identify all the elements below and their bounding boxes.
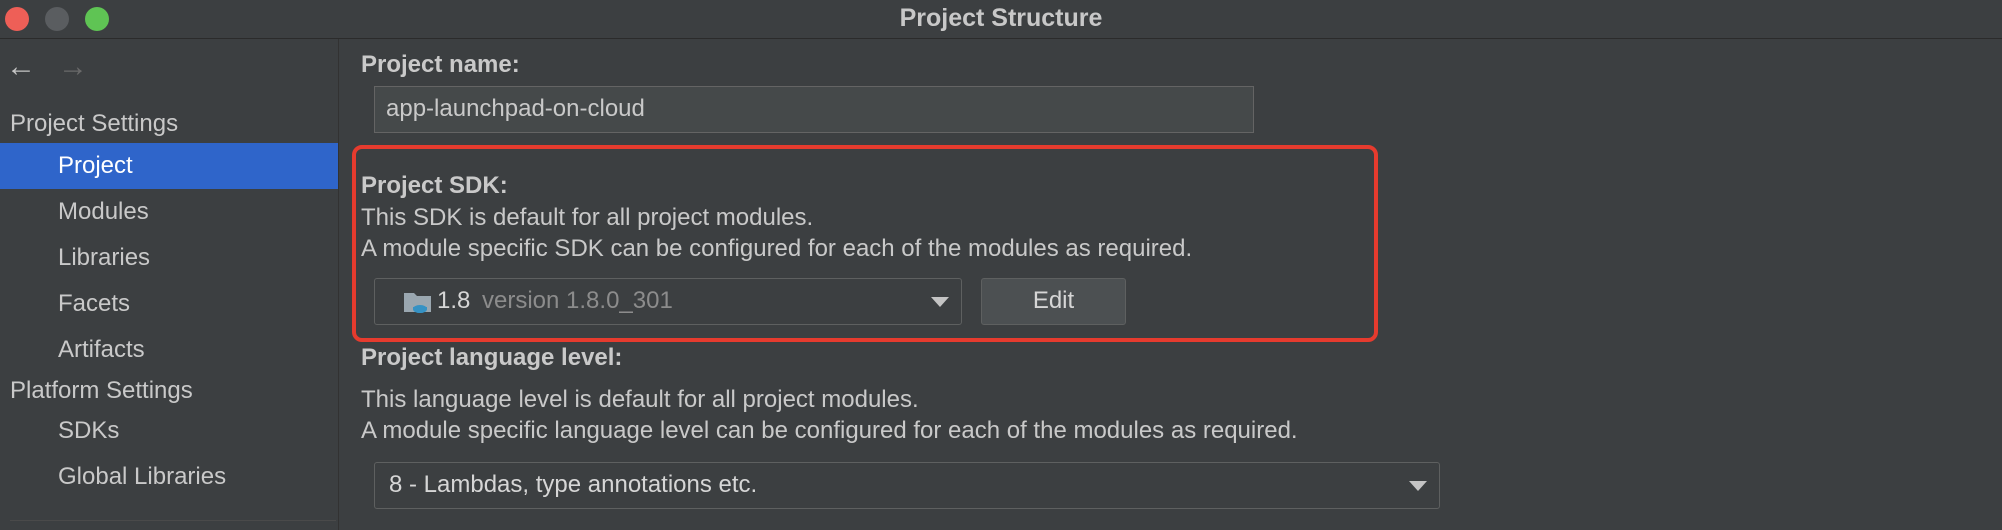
project-name-input[interactable]: app-launchpad-on-cloud	[374, 86, 1254, 133]
title-bar: Project Structure	[0, 0, 2002, 39]
window-title: Project Structure	[899, 4, 1103, 32]
jdk-folder-icon	[404, 293, 431, 313]
language-level-description-2: A module specific language level can be …	[361, 417, 1298, 444]
language-level-description-1: This language level is default for all p…	[361, 386, 919, 413]
section-header-platform-settings: Platform Settings	[10, 377, 193, 404]
language-level-label: Project language level:	[361, 344, 623, 371]
chevron-down-icon	[1409, 481, 1427, 491]
project-name-label: Project name:	[361, 51, 520, 78]
sidebar-item-facets[interactable]: Facets	[0, 281, 338, 327]
edit-sdk-button[interactable]: Edit	[981, 278, 1126, 325]
sdk-version: version 1.8.0_301	[482, 287, 673, 314]
sidebar-item-project[interactable]: Project	[0, 143, 338, 189]
language-level-value: 8 - Lambdas, type annotations etc.	[389, 471, 758, 498]
sidebar-item-libraries[interactable]: Libraries	[0, 235, 338, 281]
back-arrow-icon[interactable]: ←	[6, 52, 36, 82]
language-level-dropdown[interactable]: 8 - Lambdas, type annotations etc.	[374, 462, 1440, 509]
sidebar-item-sdks[interactable]: SDKs	[0, 408, 338, 454]
project-sdk-description-2: A module specific SDK can be configured …	[361, 235, 1193, 262]
project-sdk-label: Project SDK:	[361, 172, 508, 199]
sidebar-item-modules[interactable]: Modules	[0, 189, 338, 235]
section-header-project-settings: Project Settings	[10, 110, 179, 137]
chevron-down-icon	[931, 297, 949, 307]
sidebar-item-artifacts[interactable]: Artifacts	[0, 327, 338, 373]
forward-arrow-icon[interactable]: →	[58, 52, 88, 82]
project-sdk-description-1: This SDK is default for all project modu…	[361, 204, 814, 231]
project-sdk-dropdown[interactable]: 1.8 version 1.8.0_301	[374, 278, 962, 325]
sidebar-item-global-libraries[interactable]: Global Libraries	[0, 454, 338, 500]
sidebar-divider	[10, 520, 336, 521]
sdk-name: 1.8	[437, 287, 471, 314]
